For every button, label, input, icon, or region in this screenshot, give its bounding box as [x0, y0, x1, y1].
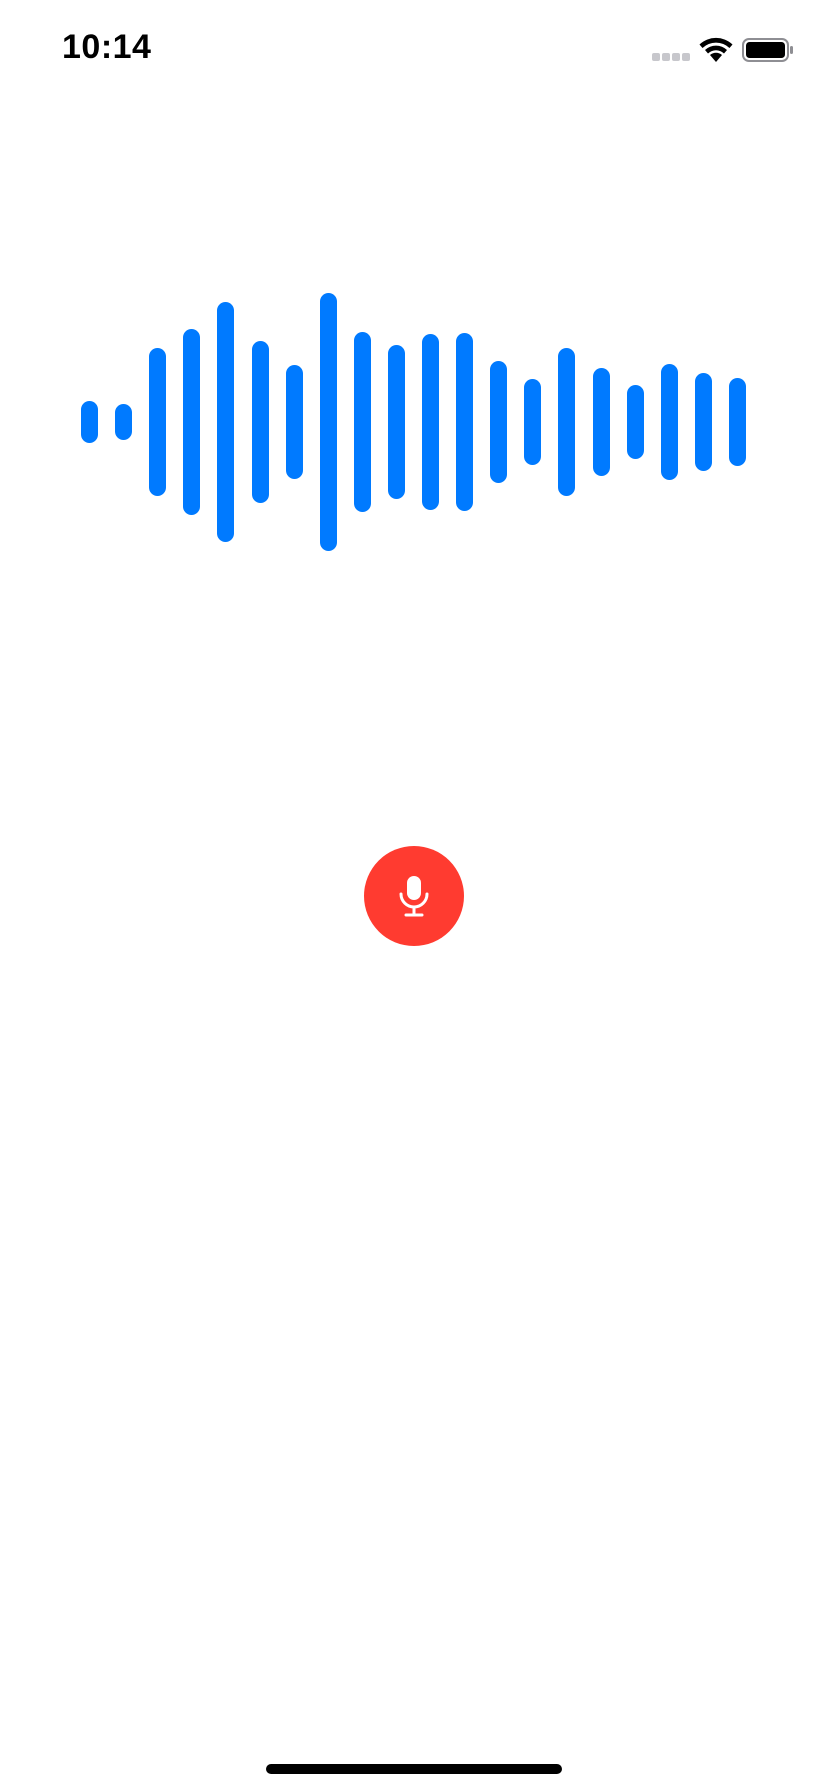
waveform-bar — [115, 403, 133, 441]
wifi-icon — [699, 37, 733, 62]
waveform-bar — [285, 365, 303, 479]
waveform-bar — [251, 340, 269, 504]
status-time: 10:14 — [62, 28, 152, 66]
waveform-bar — [217, 302, 235, 542]
waveform-bar — [490, 361, 508, 483]
microphone-icon — [399, 876, 429, 917]
waveform-bar — [149, 348, 167, 496]
cellular-signal-icon — [652, 53, 692, 61]
waveform-bar — [694, 372, 712, 471]
home-indicator[interactable] — [266, 1764, 562, 1774]
waveform-bar — [660, 363, 678, 481]
record-button[interactable] — [364, 846, 464, 946]
waveform-bar — [456, 332, 474, 511]
waveform-bar — [558, 348, 576, 496]
waveform-bar — [626, 384, 644, 460]
waveform-bar — [422, 334, 439, 510]
waveform-bar — [319, 293, 337, 551]
waveform-bar — [524, 379, 542, 465]
waveform-bar — [728, 378, 746, 466]
battery-icon — [742, 38, 793, 62]
waveform-bar — [592, 367, 610, 477]
waveform-bar — [387, 344, 405, 500]
waveform-bar — [81, 401, 98, 443]
waveform-bar — [353, 331, 371, 513]
waveform-bar — [183, 329, 201, 515]
status-bar: 10:14 — [0, 0, 828, 100]
